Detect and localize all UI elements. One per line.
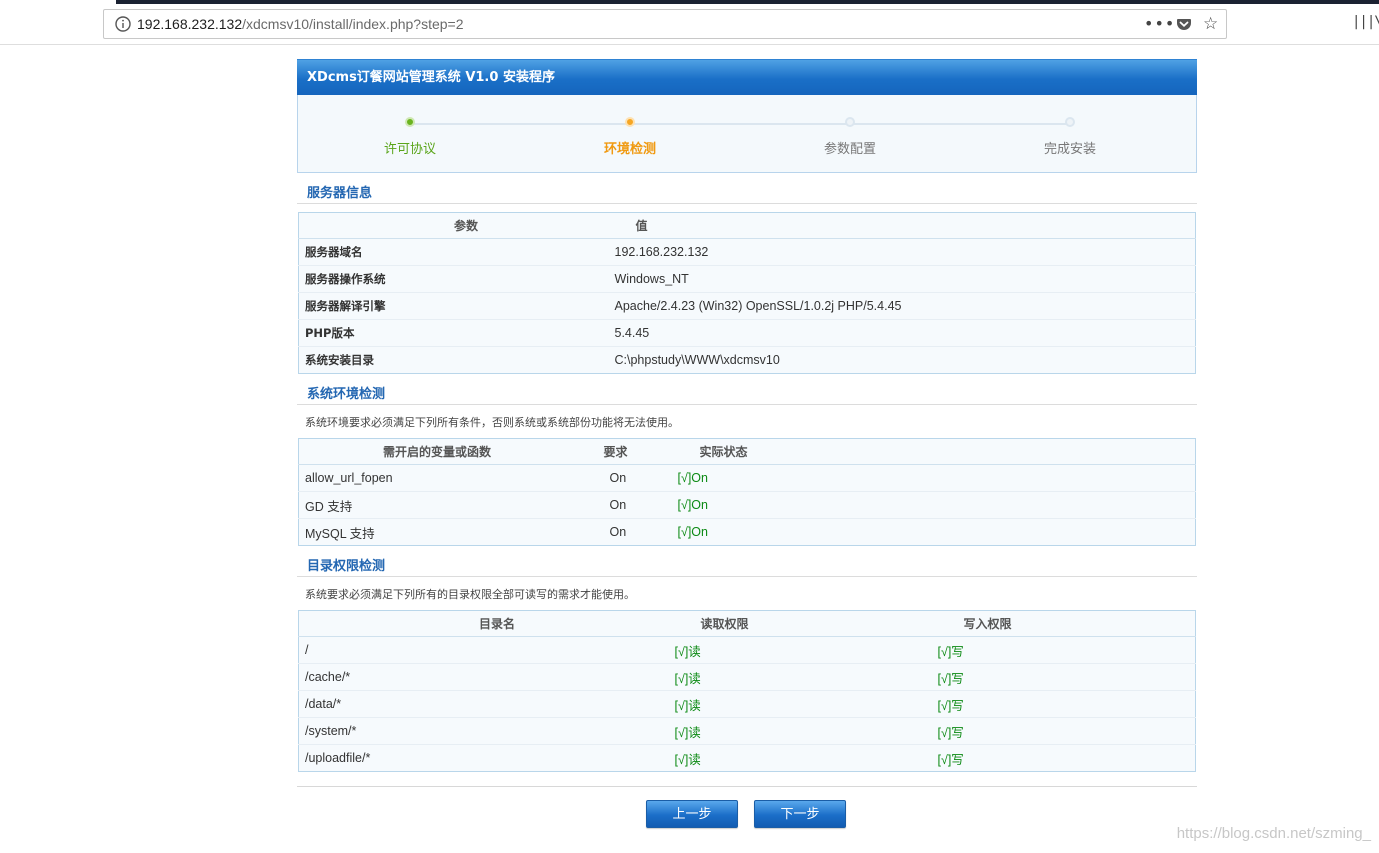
step-progress-line (410, 123, 1070, 125)
table-row: 系统安装目录 C:\phpstudy\WWW\xdcmsv10 (298, 346, 1196, 374)
dir-name: /data/* (298, 690, 669, 718)
env-item-requirement: On (603, 518, 672, 546)
env-check-table: 需开启的变量或函数 要求 实际状态 allow_url_fopen On [√]On… (298, 438, 1196, 546)
env-item-name: allow_url_fopen (298, 464, 604, 492)
dir-write-status: [√]写 (931, 744, 1196, 772)
column-header: 需开启的变量或函数 (298, 438, 604, 465)
step-progress: 许可协议 环境检测 参数配置 完成安装 (297, 95, 1197, 173)
param-value: Windows_NT (608, 265, 1196, 293)
param-name: PHP版本 (298, 319, 609, 347)
library-icon[interactable]: |||\ (1352, 14, 1379, 30)
param-name: 服务器操作系统 (298, 265, 609, 293)
dir-name: / (298, 636, 669, 664)
column-header: 目录名 (298, 610, 669, 637)
table-row: GD 支持 On [√]On (298, 491, 1196, 519)
watermark: https://blog.csdn.net/szming_ (1176, 825, 1371, 842)
table-header: 目录名 读取权限 写入权限 (298, 610, 1196, 637)
param-value: C:\phpstudy\WWW\xdcmsv10 (608, 346, 1196, 374)
table-row: /system/* [√]读 [√]写 (298, 717, 1196, 745)
column-header: 值 (608, 212, 1196, 239)
address-bar[interactable]: 192.168.232.132/xdcmsv10/install/index.p… (103, 9, 1227, 39)
step-label: 许可协议 (383, 142, 436, 157)
table-row: 服务器域名 192.168.232.132 (298, 238, 1196, 266)
param-value: 192.168.232.132 (608, 238, 1196, 266)
step-label: 环境检测 (603, 142, 656, 157)
step-license: 许可协议 (350, 117, 470, 157)
server-info-heading: 服务器信息 (297, 186, 1197, 204)
page-actions-icon[interactable]: ••• (1144, 14, 1175, 33)
table-header: 参数 值 (298, 212, 1196, 239)
param-name: 服务器解译引擎 (298, 292, 609, 320)
prev-step-button[interactable]: 上一步 (646, 800, 738, 828)
column-header: 参数 (298, 212, 609, 239)
dir-read-status: [√]读 (668, 663, 932, 691)
dir-check-heading: 目录权限检测 (297, 559, 1197, 577)
table-row: /uploadfile/* [√]读 [√]写 (298, 744, 1196, 772)
table-row: 服务器解译引擎 Apache/2.4.23 (Win32) OpenSSL/1.0… (298, 292, 1196, 320)
table-header: 需开启的变量或函数 要求 实际状态 (298, 438, 1196, 465)
installer-title: XDcms订餐网站管理系统 V1.0 安装程序 (297, 59, 1197, 95)
step-dot (405, 117, 415, 127)
step-dot (625, 117, 635, 127)
step-config: 参数配置 (790, 117, 910, 157)
column-header: 读取权限 (668, 610, 932, 637)
column-header: 要求 (603, 438, 672, 465)
footer-divider (297, 786, 1197, 787)
dir-name: /system/* (298, 717, 669, 745)
dir-write-status: [√]写 (931, 717, 1196, 745)
env-item-status: [√]On (671, 518, 1196, 546)
param-name: 系统安装目录 (298, 346, 609, 374)
dir-write-status: [√]写 (931, 690, 1196, 718)
env-item-name: MySQL 支持 (298, 518, 604, 546)
table-row: / [√]读 [√]写 (298, 636, 1196, 664)
step-label: 完成安装 (1043, 142, 1096, 157)
dir-write-status: [√]写 (931, 636, 1196, 664)
dir-read-status: [√]读 (668, 636, 932, 664)
server-info-table: 参数 值 服务器域名 192.168.232.132 服务器操作系统 Windows… (298, 212, 1196, 374)
url-text[interactable]: 192.168.232.132/xdcmsv10/install/index.p… (137, 16, 464, 32)
table-row: /data/* [√]读 [√]写 (298, 690, 1196, 718)
env-item-name: GD 支持 (298, 491, 604, 519)
installer-panel: XDcms订餐网站管理系统 V1.0 安装程序 许可协议 环境检测 参数配置 完… (297, 59, 1197, 787)
dir-write-status: [√]写 (931, 663, 1196, 691)
env-item-requirement: On (603, 491, 672, 519)
next-step-button[interactable]: 下一步 (754, 800, 846, 828)
step-dot (1065, 117, 1075, 127)
step-label: 参数配置 (823, 142, 876, 157)
param-value: 5.4.45 (608, 319, 1196, 347)
env-item-requirement: On (603, 464, 672, 492)
window-top-strip (116, 0, 1379, 4)
table-row: 服务器操作系统 Windows_NT (298, 265, 1196, 293)
dir-check-description: 系统要求必须满足下列所有的目录权限全部可读写的需求才能使用。 (305, 588, 635, 601)
env-check-heading: 系统环境检测 (297, 387, 1197, 405)
env-check-description: 系统环境要求必须满足下列所有条件，否则系统或系统部份功能将无法使用。 (305, 416, 679, 429)
param-value: Apache/2.4.23 (Win32) OpenSSL/1.0.2j PHP… (608, 292, 1196, 320)
dir-name: /uploadfile/* (298, 744, 669, 772)
step-dot (845, 117, 855, 127)
table-row: allow_url_fopen On [√]On (298, 464, 1196, 492)
table-row: MySQL 支持 On [√]On (298, 518, 1196, 546)
toolbar-divider (0, 44, 1379, 45)
dir-name: /cache/* (298, 663, 669, 691)
column-header: 实际状态 (671, 438, 1196, 465)
step-finish: 完成安装 (1010, 117, 1130, 157)
bookmark-star-icon[interactable]: ☆ (1203, 14, 1218, 34)
table-row: PHP版本 5.4.45 (298, 319, 1196, 347)
dir-read-status: [√]读 (668, 744, 932, 772)
site-info-icon[interactable] (114, 15, 132, 33)
dir-check-table: 目录名 读取权限 写入权限 / [√]读 [√]写 /cache/* [√]读 [√]写… (298, 610, 1196, 772)
pocket-icon[interactable] (1176, 16, 1192, 32)
dir-read-status: [√]读 (668, 717, 932, 745)
env-item-status: [√]On (671, 491, 1196, 519)
table-row: /cache/* [√]读 [√]写 (298, 663, 1196, 691)
column-header: 写入权限 (931, 610, 1196, 637)
param-name: 服务器域名 (298, 238, 609, 266)
dir-read-status: [√]读 (668, 690, 932, 718)
env-item-status: [√]On (671, 464, 1196, 492)
step-environment: 环境检测 (570, 117, 690, 157)
